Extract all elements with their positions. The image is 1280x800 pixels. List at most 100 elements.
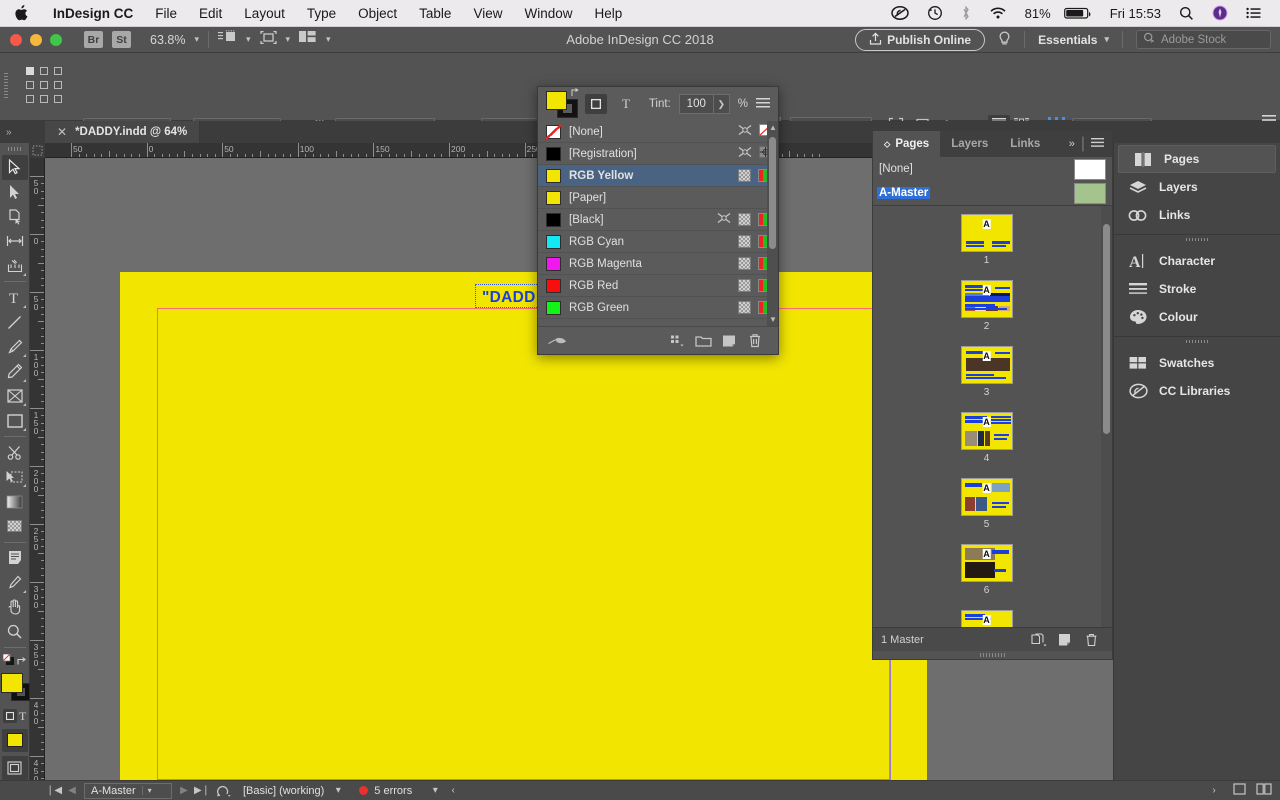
spread-view-icon[interactable] — [1256, 782, 1272, 800]
creative-cloud-icon[interactable] — [882, 5, 918, 21]
document-tab[interactable]: ✕ *DADDY.indd @ 64% — [45, 121, 201, 143]
preflight-icon[interactable] — [211, 784, 237, 798]
zoom-level-value[interactable]: 63.8% — [140, 33, 185, 47]
free-transform-tool[interactable] — [2, 465, 28, 490]
page-thumbnail-item[interactable]: A3 — [873, 346, 1100, 398]
menu-type[interactable]: Type — [296, 6, 347, 21]
pencil-tool[interactable] — [2, 359, 28, 384]
menubar-clock[interactable]: Fri 15:53 — [1101, 6, 1170, 21]
reference-point-selector[interactable] — [26, 67, 63, 104]
apple-icon[interactable] — [0, 5, 42, 21]
master-page-row[interactable]: [None] — [873, 157, 1112, 181]
panel-menu-icon[interactable] — [756, 97, 770, 111]
panel-tab-pages[interactable]: ⬦ Pages — [873, 131, 941, 157]
swatches-panel[interactable]: T Tint: 100 ❯ % ▲ ▼ [None] [Registration]… — [537, 86, 779, 355]
page-thumbnail[interactable]: A — [960, 544, 1013, 582]
show-all-swatches-icon[interactable] — [548, 334, 578, 347]
swatch-row[interactable]: [Registration] — [538, 143, 778, 165]
pages-panel-resize-grip[interactable] — [873, 651, 1112, 659]
dock-item-cc-libraries[interactable]: CC Libraries — [1114, 377, 1280, 405]
page-thumbnail[interactable]: A — [960, 346, 1013, 384]
dock-item-character[interactable]: A Character — [1114, 247, 1280, 275]
stock-button[interactable]: St — [112, 31, 131, 48]
edit-page-size-icon[interactable] — [1026, 632, 1052, 647]
page-thumbnail[interactable]: A — [960, 412, 1013, 450]
swatch-row[interactable]: RGB Cyan — [538, 231, 778, 253]
master-page-row[interactable]: A-Master — [873, 181, 1112, 205]
zoom-dropdown-chevron-down-icon[interactable]: ▾ — [194, 35, 199, 44]
page-thumbnail-item[interactable]: A5 — [873, 478, 1100, 530]
view-frame-icon[interactable] — [259, 30, 277, 50]
pages-thumbnails-list[interactable]: A1A2A3A4A5A6A7 — [873, 206, 1112, 627]
preflight-chevron-down-icon[interactable]: ▾ — [329, 785, 347, 796]
scissors-tool[interactable] — [2, 440, 28, 465]
page-thumbnail[interactable]: A — [960, 214, 1013, 252]
master-pages-list[interactable]: [None] A-Master — [873, 157, 1112, 205]
fill-color-proxy[interactable] — [0, 673, 23, 694]
preflight-profile-label[interactable]: [Basic] (working) — [237, 785, 329, 797]
first-page-icon[interactable]: ❘◀ — [45, 785, 63, 796]
rectangle-frame-tool[interactable] — [2, 384, 28, 409]
close-window-button[interactable] — [10, 33, 22, 46]
page-thumbnail-item[interactable]: A4 — [873, 412, 1100, 464]
swatches-scrollbar[interactable]: ▲ ▼ — [767, 121, 778, 326]
fill-proxy[interactable] — [546, 91, 567, 110]
vertical-ruler[interactable]: 50 0 50 100 150 200 250 300 350 400 450 — [30, 158, 45, 780]
menu-view[interactable]: View — [462, 6, 513, 21]
page-tool[interactable] — [2, 204, 28, 229]
swatch-row[interactable]: RGB Red — [538, 275, 778, 297]
line-tool[interactable] — [2, 310, 28, 335]
ruler-origin-box[interactable] — [30, 143, 45, 158]
chevron-right-icon[interactable]: › — [1205, 785, 1223, 796]
page-thumbnail-item[interactable]: A2 — [873, 280, 1100, 332]
eyedropper-tool[interactable] — [2, 570, 28, 595]
double-chevron-right-icon[interactable]: » — [1069, 138, 1075, 150]
next-page-icon[interactable]: ▶ — [175, 785, 193, 796]
page-number-selector[interactable]: A-Master ▾ — [84, 782, 172, 799]
content-collector-tool[interactable] — [2, 254, 28, 279]
formatting-affects-container-icon[interactable] — [2, 709, 17, 724]
formatting-affects-text-icon[interactable]: T — [615, 94, 637, 114]
pen-tool[interactable] — [2, 334, 28, 359]
hand-tool[interactable] — [2, 595, 28, 620]
menu-object[interactable]: Object — [347, 6, 408, 21]
menu-layout[interactable]: Layout — [233, 6, 296, 21]
apply-none-icon[interactable] — [1, 756, 28, 780]
fill-stroke-proxy[interactable] — [546, 88, 579, 118]
chevron-left-icon[interactable]: ‹ — [444, 785, 462, 796]
scroll-up-icon[interactable]: ▲ — [769, 123, 777, 132]
type-tool[interactable]: T — [2, 285, 28, 310]
menu-indesign-cc[interactable]: InDesign CC — [42, 6, 144, 21]
swatch-row[interactable]: RGB Green — [538, 297, 778, 319]
scroll-down-icon[interactable]: ▼ — [769, 315, 777, 324]
new-color-group-icon[interactable] — [664, 334, 690, 348]
direct-selection-tool[interactable] — [2, 180, 28, 205]
gradient-swatch-tool[interactable] — [2, 489, 28, 514]
swatch-row[interactable]: [Paper] — [538, 187, 778, 209]
arrange-documents-icon[interactable] — [299, 30, 317, 49]
gap-tool[interactable] — [2, 229, 28, 254]
previous-page-icon[interactable]: ◀ — [63, 785, 81, 796]
apply-color-icon[interactable] — [1, 728, 28, 753]
new-page-icon[interactable] — [1052, 633, 1078, 647]
swatch-row[interactable]: [None] — [538, 121, 778, 143]
bluetooth-icon[interactable] — [952, 5, 980, 21]
lightbulb-icon[interactable] — [998, 31, 1011, 48]
arrange-chevron-down-icon[interactable]: ▾ — [326, 35, 331, 44]
zoom-tool[interactable] — [2, 619, 28, 644]
tools-panel-grip[interactable] — [7, 147, 22, 151]
delete-swatch-icon[interactable] — [742, 333, 768, 348]
swatches-scrollbar-thumb[interactable] — [769, 137, 776, 249]
panel-menu-icon[interactable] — [1091, 135, 1104, 153]
panel-dock[interactable]: Pages Layers Links A Character Stroke Colour Sw… — [1113, 143, 1280, 780]
menu-help[interactable]: Help — [583, 6, 633, 21]
dock-item-swatches[interactable]: Swatches — [1114, 349, 1280, 377]
pages-panel-tabs[interactable]: ⬦ Pages Layers Links » | — [873, 131, 1112, 157]
formatting-affects-container-icon[interactable] — [585, 94, 607, 114]
tint-chevron-right-icon[interactable]: ❯ — [712, 95, 729, 113]
pages-scrollbar[interactable] — [1101, 206, 1112, 627]
swatch-row[interactable]: RGB Magenta — [538, 253, 778, 275]
formatting-affects-text-icon[interactable]: T — [19, 709, 26, 724]
view-frame-chevron-down-icon[interactable]: ▾ — [286, 35, 291, 44]
dock-item-colour[interactable]: Colour — [1114, 303, 1280, 331]
